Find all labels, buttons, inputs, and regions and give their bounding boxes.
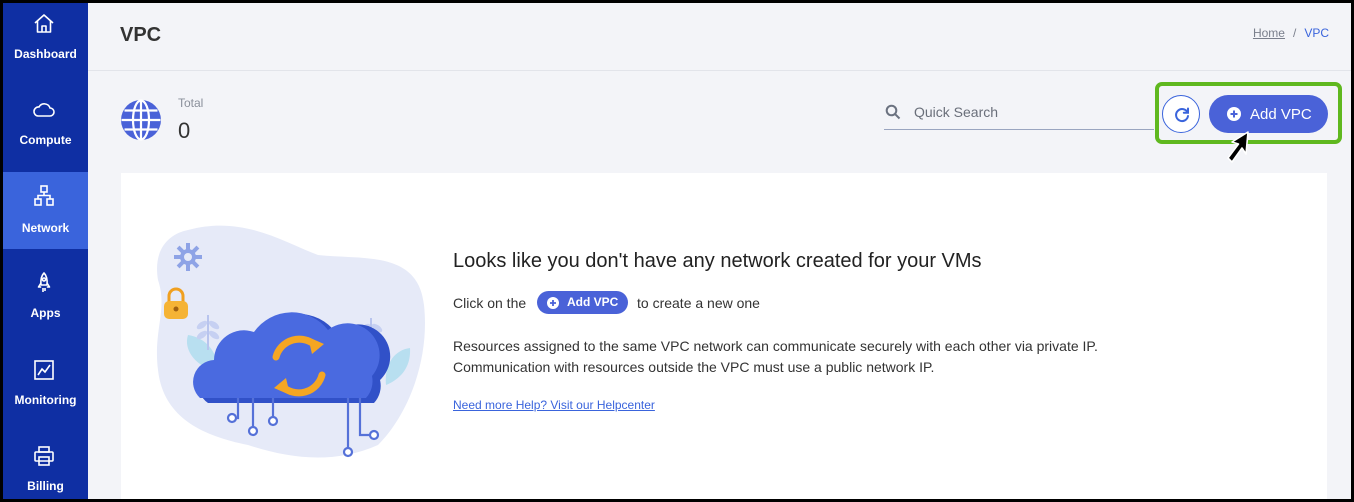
- cta-prefix: Click on the: [453, 295, 527, 311]
- sidebar-item-monitoring[interactable]: Monitoring: [3, 349, 88, 426]
- helpcenter-link[interactable]: Need more Help? Visit our Helpcenter: [453, 398, 655, 412]
- inline-add-vpc-button[interactable]: Add VPC: [537, 291, 628, 314]
- sidebar-item-label: Network: [21, 221, 70, 235]
- refresh-button[interactable]: [1162, 95, 1200, 133]
- rocket-icon: [37, 272, 51, 292]
- empty-state-description: Resources assigned to the same VPC netwo…: [453, 336, 1098, 378]
- home-icon: [34, 14, 54, 33]
- chart-icon: [34, 360, 54, 380]
- sidebar: Dashboard Compute Network Apps Monitorin…: [3, 3, 88, 499]
- sidebar-item-label: Monitoring: [14, 393, 77, 407]
- sidebar-item-apps[interactable]: Apps: [3, 262, 88, 339]
- cloud-sync-illustration: [156, 225, 425, 458]
- breadcrumb-home-link[interactable]: Home: [1253, 26, 1285, 40]
- breadcrumb-current: VPC: [1304, 26, 1329, 40]
- sidebar-item-label: Billing: [27, 479, 64, 493]
- description-line: Communication with resources outside the…: [453, 359, 935, 375]
- add-vpc-label: Add VPC: [1250, 106, 1312, 123]
- inline-add-vpc-label: Add VPC: [567, 295, 619, 309]
- sidebar-item-label: Dashboard: [14, 47, 77, 61]
- globe-icon: [121, 99, 161, 141]
- cta-suffix: to create a new one: [637, 295, 760, 311]
- description-line: Resources assigned to the same VPC netwo…: [453, 338, 1098, 354]
- network-icon: [34, 185, 54, 206]
- total-value: 0: [178, 118, 191, 143]
- empty-state-title: Looks like you don't have any network cr…: [453, 250, 982, 272]
- sidebar-item-billing[interactable]: Billing: [3, 435, 88, 499]
- sidebar-item-label: Apps: [30, 306, 61, 320]
- app-frame: Dashboard Compute Network Apps Monitorin…: [3, 3, 1351, 499]
- quick-search: [884, 96, 1154, 130]
- page-header: VPC Home / VPC: [88, 3, 1351, 71]
- sidebar-item-dashboard[interactable]: Dashboard: [3, 3, 88, 80]
- sidebar-item-label: Compute: [19, 133, 72, 147]
- total-label: Total: [178, 96, 204, 110]
- mouse-cursor-icon: [1227, 131, 1249, 163]
- refresh-icon: [1175, 107, 1189, 123]
- sidebar-item-network[interactable]: Network: [3, 172, 88, 249]
- page-title: VPC: [120, 24, 162, 46]
- empty-state-card: Looks like you don't have any network cr…: [121, 173, 1327, 499]
- cloud-icon: [33, 103, 55, 117]
- breadcrumb: Home / VPC: [1253, 26, 1329, 40]
- printer-icon: [34, 446, 54, 466]
- breadcrumb-separator: /: [1292, 26, 1297, 40]
- sidebar-item-compute[interactable]: Compute: [3, 89, 88, 166]
- search-input[interactable]: [914, 100, 1144, 124]
- plus-circle-icon: [547, 297, 559, 309]
- plus-circle-icon: [1227, 107, 1241, 121]
- add-vpc-button[interactable]: Add VPC: [1209, 95, 1328, 133]
- search-icon: [885, 104, 901, 120]
